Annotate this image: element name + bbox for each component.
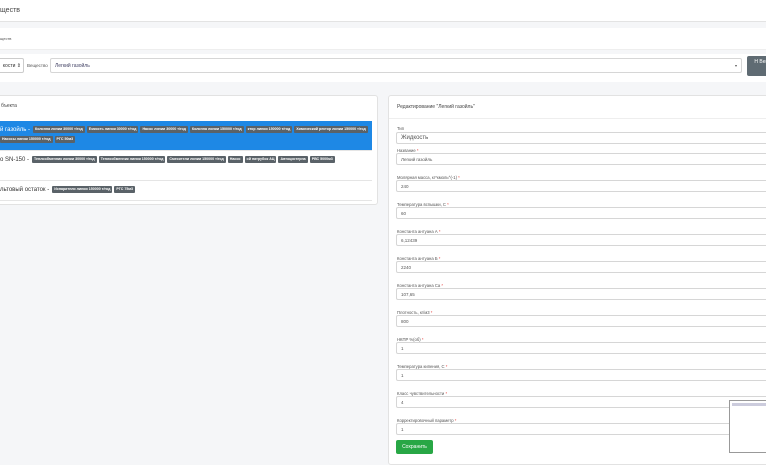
equipment-tag[interactable]: ой патрубок АЦ (244, 155, 277, 163)
thumbnail-bar (732, 403, 766, 406)
equipment-tag[interactable]: РГС 75м3 (114, 185, 135, 193)
chevron-down-icon: ▾ (734, 63, 737, 68)
editor-title: Редактирование "Легкий газойль" (397, 104, 475, 110)
field-input[interactable]: 2240 (396, 261, 766, 273)
equipment-tag[interactable]: Химический рeктор линии 150000 т/год (294, 125, 368, 133)
panel-header: ществ (0, 28, 766, 50)
field-input[interactable]: 1 (396, 423, 766, 435)
field-input[interactable]: 1 (396, 369, 766, 381)
field-input[interactable]: 1 (396, 342, 766, 354)
field-value: 2240 (401, 264, 412, 270)
object-list-item[interactable]: о SN-150 - Теплообменник линии 30000 т/го… (0, 151, 372, 181)
field-value: 6,12439 (401, 237, 418, 243)
field-input[interactable]: 6,12439 (396, 234, 766, 246)
panel-title: ществ (0, 36, 12, 41)
equipment-tag[interactable]: Емкость линии 30000 т/год (86, 125, 139, 133)
page-title: ществ (0, 7, 20, 14)
field-label: Тип (397, 126, 404, 131)
equipment-tag[interactable]: Насосы линии 150000 т/год (0, 135, 53, 143)
equipment-tag[interactable]: Колонна линии 30000 т/год (33, 125, 85, 133)
object-name: о SN-150 - (0, 157, 30, 163)
field-value: 4 (401, 399, 404, 405)
field-label-text: Тип (397, 126, 404, 131)
field-input[interactable]: Жидкость (396, 132, 766, 144)
divider (389, 118, 766, 119)
substance-value: Легкий газойль (55, 62, 90, 69)
objects-list: й газойль - Колонна линии 30000 т/год Емко… (0, 121, 372, 201)
field-input[interactable]: 60 (396, 207, 766, 219)
editor-card: Редактирование "Легкий газойль" (388, 95, 766, 465)
type-select-value: кости (2, 63, 16, 69)
field-value: 107,65 (401, 291, 415, 297)
object-name: й газойль - (0, 127, 31, 133)
equipment-tag[interactable]: Насос линии 30000 т/год (140, 125, 188, 133)
substance-label: Вещество (27, 63, 48, 68)
equipment-tag[interactable]: Испарители линии 150000 т/год (52, 185, 113, 193)
equipment-tag[interactable]: РГС 50м3 (54, 135, 76, 143)
field-value: 1 (401, 372, 404, 378)
object-list-item[interactable]: й газойль - Колонна линии 30000 т/год Емко… (0, 121, 372, 151)
equipment-tag[interactable]: Насос (227, 155, 243, 163)
equipment-tag[interactable]: ктор линии 150000 т/год (245, 125, 293, 133)
equipment-tag[interactable]: РВС 5000м3 (309, 155, 335, 163)
object-name: льтовый остаток - (0, 187, 50, 193)
save-button[interactable]: Сохранить (396, 440, 433, 454)
objects-card-title: бъекта (1, 103, 17, 109)
field-input[interactable]: Легкий газойль (396, 153, 766, 165)
field-input[interactable]: 240 (396, 180, 766, 192)
field-input[interactable]: 107,65 (396, 288, 766, 300)
substance-select[interactable]: Легкий газойль ▾ (50, 58, 742, 73)
top-bar: ществ (0, 0, 766, 22)
field-input[interactable]: 800 (396, 315, 766, 327)
field-value: 1 (401, 426, 404, 432)
field-value: 240 (401, 183, 409, 189)
equipment-tag[interactable]: Теплообменник линии 150000 т/год (98, 155, 166, 163)
equipment-tag[interactable]: Теплообменник линии 30000 т/год (32, 155, 97, 163)
equipment-tag[interactable]: Смесители линии 150000 т/год (167, 155, 226, 163)
equipment-tag[interactable]: Колонна линии 150000 т/год (189, 125, 244, 133)
field-value: Легкий газойль (401, 156, 433, 162)
field-value: 800 (401, 318, 409, 324)
field-value: 60 (401, 210, 407, 216)
field-value: Жидкость (401, 135, 429, 141)
field-input[interactable]: 4 (396, 396, 766, 408)
screenshot-thumbnail[interactable] (729, 400, 766, 453)
add-substance-button[interactable]: Н Вещ (747, 56, 766, 76)
field-value: 1 (401, 345, 404, 351)
equipment-tag[interactable]: Автоцистерна (278, 155, 308, 163)
object-list-item[interactable]: льтовый остаток - Испарители линии 150000… (0, 181, 372, 201)
type-select[interactable]: кости ⇕ (0, 58, 24, 73)
